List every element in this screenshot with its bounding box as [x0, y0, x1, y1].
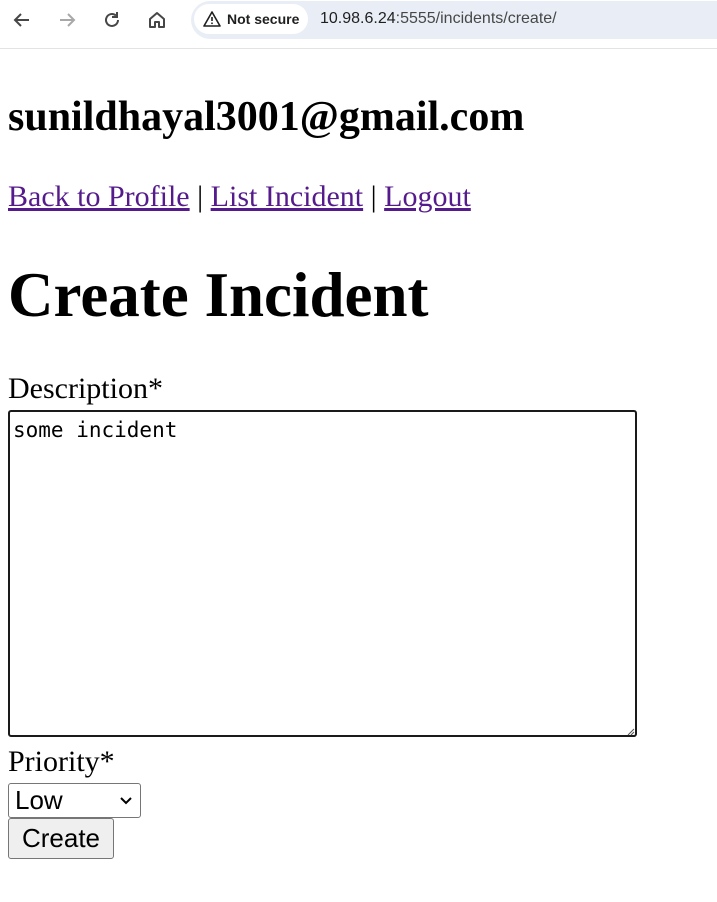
url-path: :5555/incidents/create/: [395, 10, 557, 27]
home-icon[interactable]: [144, 7, 170, 33]
url-host: 10.98.6.24: [320, 10, 396, 27]
list-incident-link[interactable]: List Incident: [211, 180, 363, 213]
warning-icon: [203, 11, 221, 27]
page-title: Create Incident: [8, 260, 429, 330]
forward-arrow-icon[interactable]: [54, 7, 80, 33]
browser-toolbar: Not secure 10.98.6.24:5555/incidents/cre…: [0, 0, 717, 40]
back-to-profile-link[interactable]: Back to Profile: [8, 180, 190, 213]
address-bar[interactable]: Not secure 10.98.6.24:5555/incidents/cre…: [191, 1, 717, 39]
reload-icon[interactable]: [99, 7, 125, 33]
logout-link[interactable]: Logout: [384, 180, 471, 213]
nav-separator: |: [197, 180, 204, 213]
nav-links: Back to Profile | List Incident | Logout: [8, 180, 471, 214]
nav-separator: |: [370, 180, 377, 213]
resize-grip-icon[interactable]: [625, 726, 635, 736]
security-chip[interactable]: Not secure: [194, 4, 308, 34]
toolbar-divider: [0, 48, 717, 49]
security-label: Not secure: [227, 11, 300, 27]
description-label: Description*: [8, 372, 163, 405]
url-text[interactable]: 10.98.6.24:5555/incidents/create/: [320, 10, 557, 28]
priority-select[interactable]: Low: [8, 783, 141, 818]
back-arrow-icon[interactable]: [9, 7, 35, 33]
priority-selected-value: Low: [15, 785, 63, 815]
chevron-down-icon: [120, 797, 132, 805]
create-button[interactable]: Create: [8, 818, 114, 859]
description-textarea[interactable]: some incident: [8, 410, 637, 737]
user-email-heading: sunildhayal3001@gmail.com: [8, 94, 525, 140]
priority-label: Priority*: [8, 745, 115, 778]
